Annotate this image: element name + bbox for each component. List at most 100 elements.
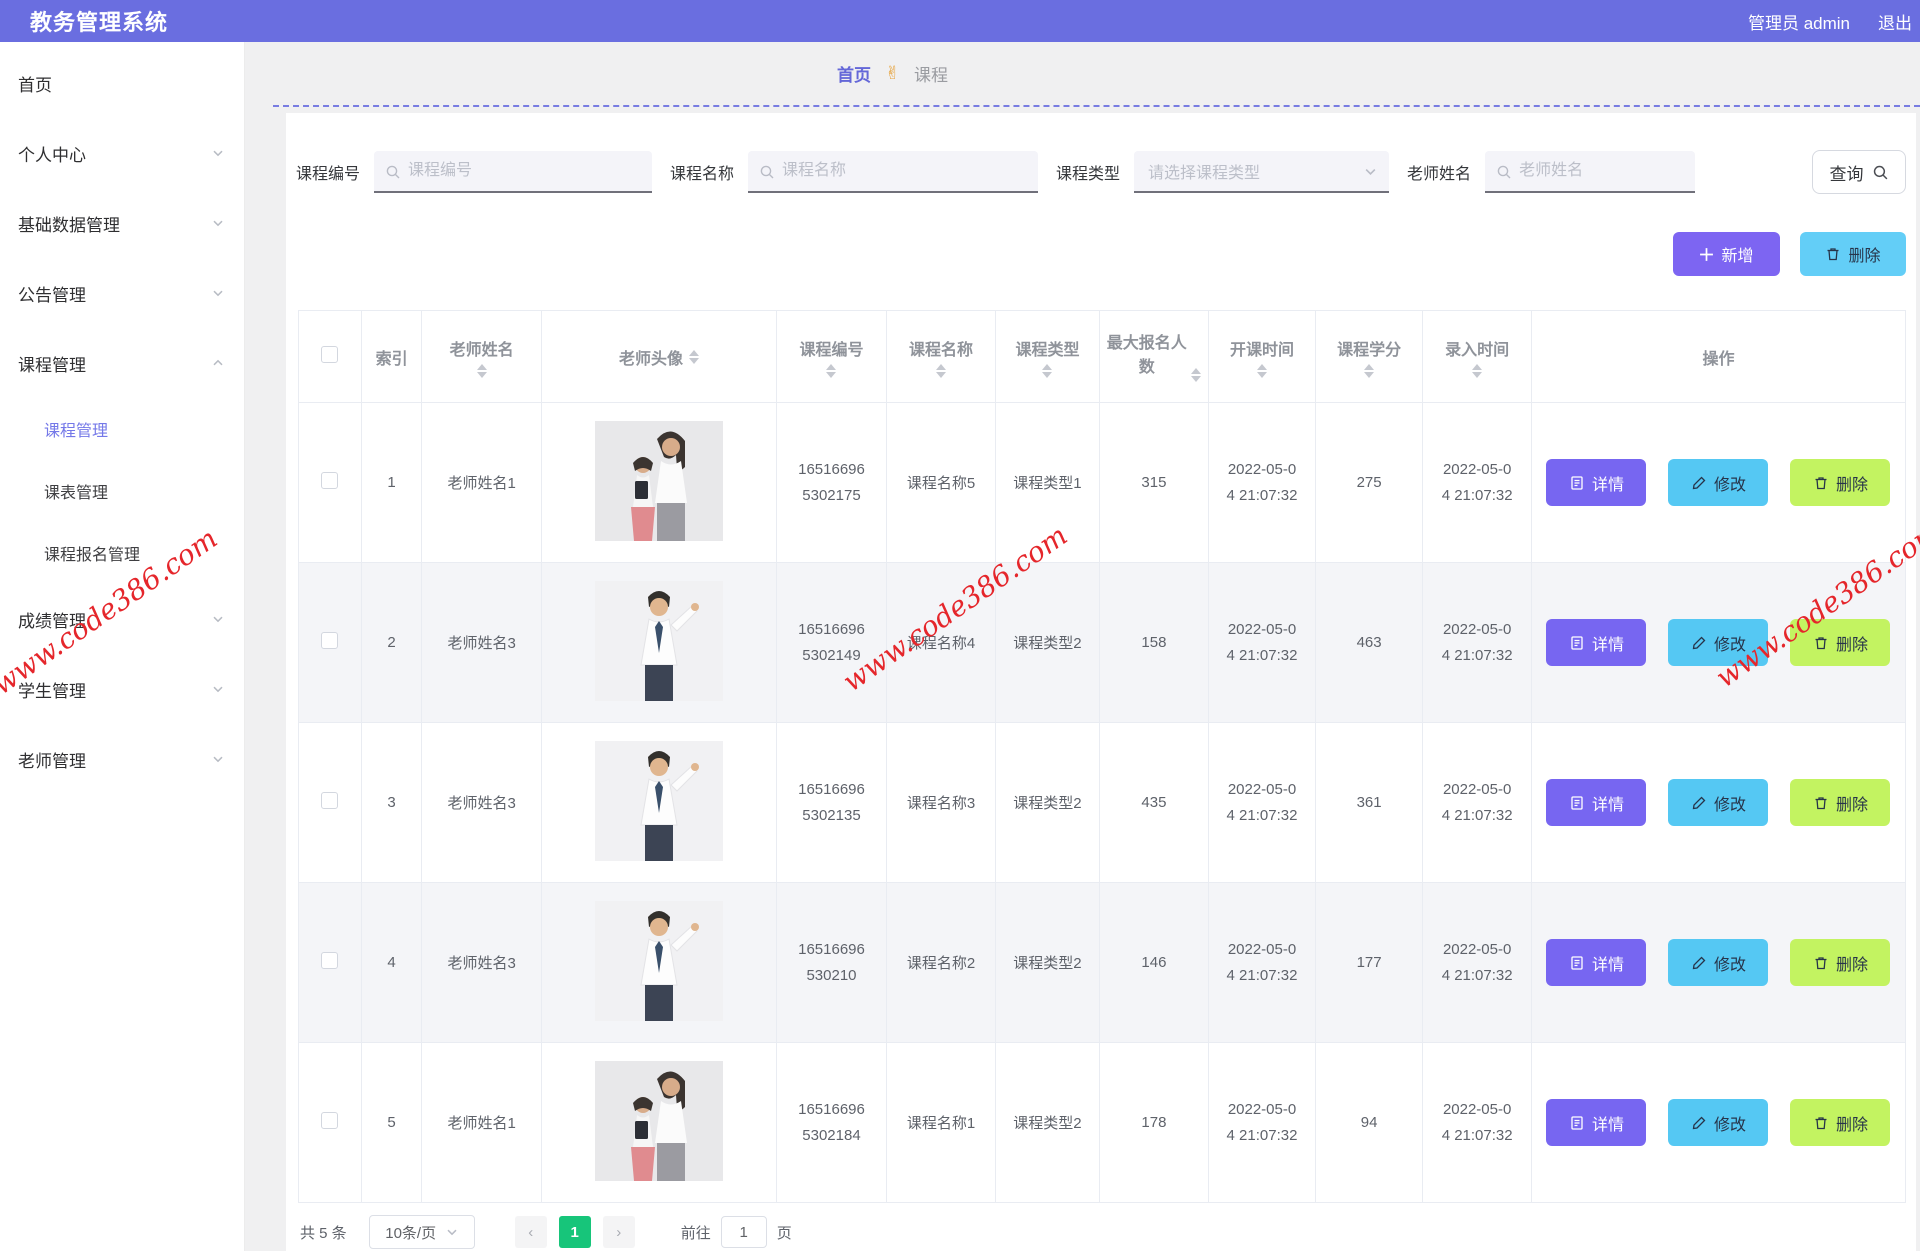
cell-course-name: 课程名称3 [886, 723, 995, 883]
document-icon [1569, 475, 1585, 491]
add-button[interactable]: 新增 [1673, 232, 1780, 276]
row-checkbox[interactable] [321, 632, 338, 649]
goto-label: 前往 [681, 1222, 711, 1243]
detail-button[interactable]: 详情 [1546, 779, 1646, 826]
table-toolbar: 新增 删除 [296, 232, 1906, 276]
detail-button[interactable]: 详情 [1546, 1099, 1646, 1146]
edit-button[interactable]: 修改 [1668, 939, 1768, 986]
cell-index: 4 [361, 883, 422, 1043]
cell-teacher-name: 老师姓名3 [422, 563, 541, 723]
col-actions: 操作 [1531, 311, 1905, 403]
teacher-photo-duo [595, 1061, 723, 1181]
cell-teacher-name: 老师姓名1 [422, 403, 541, 563]
sidebar-item-students[interactable]: 学生管理 [0, 654, 244, 724]
edit-button[interactable]: 修改 [1668, 459, 1768, 506]
search-button[interactable]: 查询 [1812, 150, 1906, 194]
search-icon [759, 164, 775, 185]
course-id-input[interactable] [374, 151, 652, 193]
row-checkbox[interactable] [321, 792, 338, 809]
cell-course-name: 课程名称5 [886, 403, 995, 563]
current-page[interactable]: 1 [559, 1216, 591, 1248]
cell-start-time: 2022-05-04 21:07:32 [1209, 403, 1316, 563]
sidebar-item-announcement[interactable]: 公告管理 [0, 258, 244, 328]
teacher-name-input[interactable] [1485, 151, 1695, 193]
teacher-photo-man [595, 741, 723, 861]
current-user[interactable]: 管理员 admin [1748, 9, 1850, 34]
cell-course-type: 课程类型2 [996, 723, 1099, 883]
cell-credits: 94 [1315, 1043, 1423, 1203]
sort-caret[interactable] [689, 350, 699, 364]
teacher-photo-man [595, 901, 723, 1021]
cell-course-type: 课程类型2 [996, 883, 1099, 1043]
pencil-icon [1691, 475, 1707, 491]
sort-caret[interactable] [1472, 364, 1482, 378]
page-size-select[interactable]: 10条/页 [369, 1215, 475, 1249]
sort-caret[interactable] [1042, 364, 1052, 378]
trash-icon [1813, 1115, 1829, 1131]
delete-row-button[interactable]: 删除 [1790, 939, 1890, 986]
cell-course-id: 165166965302149 [777, 563, 887, 723]
trash-icon [1813, 475, 1829, 491]
sidebar-item-home[interactable]: 首页 [0, 48, 244, 118]
course-type-select[interactable]: 请选择课程类型 [1134, 151, 1389, 193]
breadcrumb-current: 课程 [914, 61, 948, 86]
detail-button[interactable]: 详情 [1546, 939, 1646, 986]
sidebar-subitem-enrollment-mgmt[interactable]: 课程报名管理 [0, 522, 244, 584]
course-name-input[interactable] [748, 151, 1038, 193]
delete-row-button[interactable]: 删除 [1790, 459, 1890, 506]
sidebar-subitem-timetable-mgmt[interactable]: 课表管理 [0, 460, 244, 522]
cell-entry-time: 2022-05-04 21:07:32 [1423, 403, 1532, 563]
search-icon [385, 164, 401, 185]
sort-caret[interactable] [1364, 364, 1374, 378]
edit-button[interactable]: 修改 [1668, 619, 1768, 666]
sort-caret[interactable] [936, 364, 946, 378]
sort-caret[interactable] [1257, 364, 1267, 378]
prev-page-button[interactable]: ‹ [515, 1216, 547, 1248]
breadcrumb-home[interactable]: 首页 [837, 61, 871, 86]
sidebar: 首页 个人中心 基础数据管理 公告管理 课程管理 课程管理 课表 [0, 42, 245, 1251]
sort-caret[interactable] [1191, 368, 1201, 382]
cell-start-time: 2022-05-04 21:07:32 [1209, 723, 1316, 883]
sort-caret[interactable] [826, 364, 836, 378]
delete-row-button[interactable]: 删除 [1790, 619, 1890, 666]
cell-teacher-name: 老师姓名1 [422, 1043, 541, 1203]
col-max-enroll: 最大报名人数 [1099, 311, 1208, 403]
filter-bar: 课程编号 课程名称 课程类型 [296, 150, 1906, 194]
cell-course-name: 课程名称1 [886, 1043, 995, 1203]
delete-row-button[interactable]: 删除 [1790, 1099, 1890, 1146]
cell-max-enroll: 315 [1099, 403, 1208, 563]
goto-page-input[interactable] [721, 1216, 767, 1248]
sidebar-item-base-data[interactable]: 基础数据管理 [0, 188, 244, 258]
detail-button[interactable]: 详情 [1546, 619, 1646, 666]
cell-credits: 463 [1315, 563, 1423, 723]
cell-entry-time: 2022-05-04 21:07:32 [1423, 883, 1532, 1043]
app-title: 教务管理系统 [0, 5, 168, 37]
cell-course-type: 课程类型2 [996, 1043, 1099, 1203]
edit-button[interactable]: 修改 [1668, 779, 1768, 826]
sidebar-item-grades[interactable]: 成绩管理 [0, 584, 244, 654]
app-header: 教务管理系统 管理员 admin 退出 [0, 0, 1920, 42]
cell-entry-time: 2022-05-04 21:07:32 [1423, 723, 1532, 883]
chevron-down-icon [212, 683, 224, 695]
delete-button[interactable]: 删除 [1800, 232, 1906, 276]
detail-button[interactable]: 详情 [1546, 459, 1646, 506]
row-checkbox[interactable] [321, 952, 338, 969]
col-course-name: 课程名称 [886, 311, 995, 403]
sidebar-item-course-mgmt[interactable]: 课程管理 [0, 328, 244, 398]
next-page-button[interactable]: › [603, 1216, 635, 1248]
col-course-id: 课程编号 [777, 311, 887, 403]
sidebar-item-teachers[interactable]: 老师管理 [0, 724, 244, 794]
sidebar-item-personal-center[interactable]: 个人中心 [0, 118, 244, 188]
col-credits: 课程学分 [1315, 311, 1423, 403]
edit-button[interactable]: 修改 [1668, 1099, 1768, 1146]
row-checkbox[interactable] [321, 1112, 338, 1129]
sort-caret[interactable] [477, 364, 487, 378]
chevron-down-icon [1364, 165, 1377, 178]
select-all-checkbox[interactable] [321, 346, 338, 363]
table-row: 4 老师姓名3 [299, 883, 1906, 1043]
sidebar-subitem-course-mgmt[interactable]: 课程管理 [0, 398, 244, 460]
row-checkbox[interactable] [321, 472, 338, 489]
logout-link[interactable]: 退出 [1878, 9, 1912, 34]
delete-row-button[interactable]: 删除 [1790, 779, 1890, 826]
teacher-avatar [595, 581, 723, 701]
